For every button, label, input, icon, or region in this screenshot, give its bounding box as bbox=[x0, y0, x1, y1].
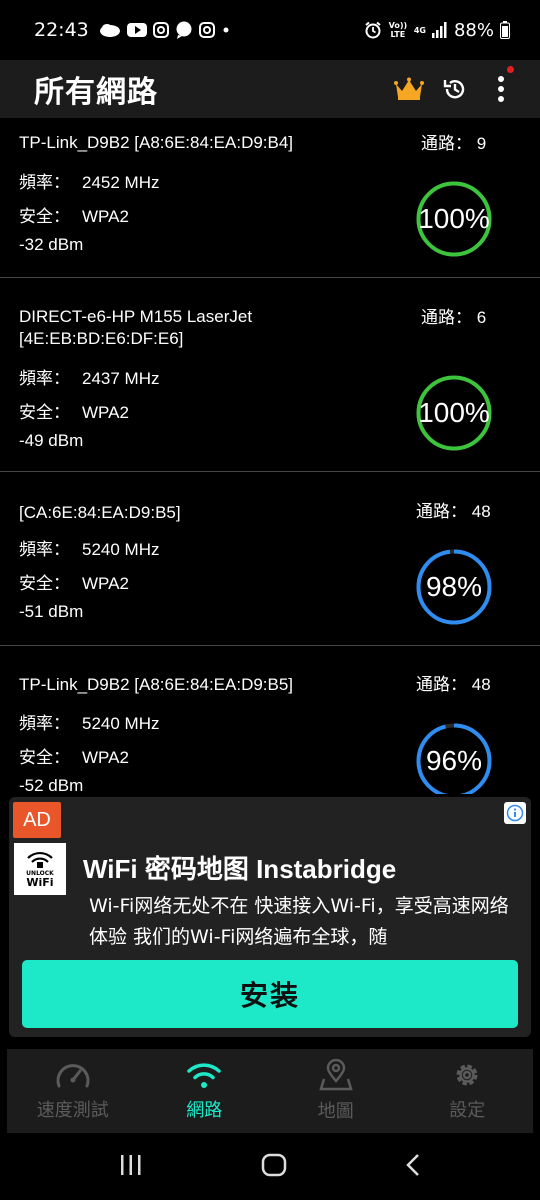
signal-quality-percent: 100% bbox=[418, 397, 490, 428]
signal-quality-gauge: 100% bbox=[415, 180, 493, 258]
network-channel: 通路： 6 bbox=[421, 308, 487, 327]
status-bar: 22:43 Vo)) LTE 4G 88% bbox=[0, 0, 540, 60]
ad-install-button[interactable]: 安装 bbox=[22, 960, 518, 1028]
more-notifications-dot-icon bbox=[223, 27, 229, 33]
nav-label: 設定 bbox=[449, 1100, 486, 1121]
network-frequency: 頻率： 2437 MHz bbox=[19, 369, 160, 388]
page-title: 所有網路 bbox=[34, 75, 158, 110]
signal-quality-percent: 98% bbox=[425, 571, 483, 602]
cloud-notification-icon bbox=[99, 24, 120, 37]
wifi-icon bbox=[187, 1063, 221, 1088]
ad-info-button[interactable] bbox=[504, 802, 526, 824]
network-item[interactable]: DIRECT-e6-HP M155 LaserJet [4E:EB:BD:E6:… bbox=[0, 278, 540, 472]
network-frequency: 頻率： 5240 MHz bbox=[19, 540, 160, 559]
signal-icon bbox=[431, 22, 447, 38]
speedometer-icon bbox=[56, 1064, 90, 1088]
map-pin-icon bbox=[319, 1059, 353, 1091]
network-security: 安全： WPA2 bbox=[19, 748, 129, 767]
nav-settings[interactable]: 設定 bbox=[402, 1049, 534, 1133]
more-vert-icon bbox=[498, 76, 504, 102]
crown-icon bbox=[394, 77, 424, 100]
info-icon bbox=[506, 804, 524, 822]
network-signal: -52 dBm bbox=[19, 776, 84, 794]
nav-speed-test[interactable]: 速度測試 bbox=[7, 1049, 139, 1133]
nav-label: 地圖 bbox=[317, 1101, 354, 1122]
gear-icon bbox=[456, 1064, 478, 1086]
network-list[interactable]: TP-Link_D9B2 [A8:6E:84:EA:D9:B4] 通路： 9 頻… bbox=[0, 118, 540, 794]
volte-indicator: Vo)) LTE bbox=[388, 21, 408, 39]
premium-button[interactable] bbox=[386, 66, 432, 112]
history-icon bbox=[443, 80, 465, 99]
ad-banner[interactable]: AD UNLOCK WiFi WiFi 密码地图 Instabridge Wi-… bbox=[9, 797, 531, 1037]
overflow-menu-button[interactable] bbox=[478, 66, 524, 112]
network-signal: -49 dBm bbox=[19, 431, 84, 450]
system-nav-bar bbox=[0, 1133, 540, 1200]
network-item[interactable]: TP-Link_D9B2 [A8:6E:84:EA:D9:B4] 通路： 9 頻… bbox=[0, 118, 540, 278]
network-security: 安全： WPA2 bbox=[19, 403, 129, 422]
home-button[interactable] bbox=[261, 1153, 287, 1181]
alarm-icon bbox=[365, 21, 381, 39]
instagram-icon bbox=[198, 22, 215, 38]
nav-label: 速度測試 bbox=[36, 1100, 109, 1121]
nav-networks[interactable]: 網路 bbox=[139, 1049, 271, 1133]
ad-badge: AD bbox=[13, 802, 61, 838]
status-time: 22:43 bbox=[34, 19, 89, 41]
battery-percent: 88% bbox=[453, 19, 494, 41]
network-frequency: 頻率： 2452 MHz bbox=[19, 173, 160, 192]
network-ssid: DIRECT-e6-HP M155 LaserJet [4E:EB:BD:E6:… bbox=[19, 307, 253, 348]
wifi-lock-icon bbox=[27, 851, 53, 868]
system-status: Vo)) LTE 4G 88% bbox=[364, 20, 510, 41]
network-channel: 通路： 48 bbox=[416, 502, 491, 521]
network-type: 4G bbox=[413, 25, 426, 35]
signal-quality-gauge: 98% bbox=[415, 548, 493, 626]
nav-label: 網路 bbox=[186, 1100, 223, 1121]
signal-quality-percent: 100% bbox=[418, 203, 490, 234]
network-channel: 通路： 48 bbox=[416, 675, 491, 694]
notification-icons bbox=[99, 21, 231, 39]
recent-apps-icon bbox=[121, 1154, 141, 1175]
network-item[interactable]: TP-Link_D9B2 [A8:6E:84:EA:D9:B5] 通路： 48 … bbox=[0, 646, 540, 794]
network-signal: -32 dBm bbox=[19, 235, 84, 254]
network-security: 安全： WPA2 bbox=[19, 574, 129, 593]
back-button[interactable] bbox=[405, 1153, 421, 1181]
ad-headline[interactable]: WiFi 密码地图 Instabridge bbox=[83, 849, 396, 886]
network-ssid: [CA:6E:84:EA:D9:B5] bbox=[19, 503, 181, 522]
ad-app-logo[interactable]: UNLOCK WiFi bbox=[14, 843, 66, 895]
signal-quality-gauge: 100% bbox=[415, 374, 493, 452]
network-security: 安全： WPA2 bbox=[19, 207, 129, 226]
ad-body: Wi-Fi网络无处不在 快速接入Wi-Fi，享受高速网络体验 我们的Wi-Fi网… bbox=[89, 895, 509, 948]
instagram-icon bbox=[152, 22, 169, 38]
network-item[interactable]: [CA:6E:84:EA:D9:B5] 通路： 48 頻率： 5240 MHz 安… bbox=[0, 472, 540, 646]
youtube-icon bbox=[126, 23, 147, 37]
app-bar: 所有網路 bbox=[0, 60, 540, 118]
home-icon bbox=[261, 1153, 287, 1176]
notification-dot bbox=[507, 66, 514, 73]
battery-icon bbox=[500, 21, 510, 39]
signal-quality-gauge: 96% bbox=[415, 722, 493, 794]
network-ssid: TP-Link_D9B2 [A8:6E:84:EA:D9:B5] bbox=[19, 675, 294, 694]
network-channel: 通路： 9 bbox=[421, 134, 487, 153]
chat-icon bbox=[176, 21, 192, 39]
app-bar-actions bbox=[386, 66, 524, 112]
network-ssid: TP-Link_D9B2 [A8:6E:84:EA:D9:B4] bbox=[19, 133, 294, 152]
bottom-nav: 速度測試 網路 地圖 設定 bbox=[7, 1049, 533, 1133]
back-icon bbox=[406, 1153, 419, 1176]
nav-map[interactable]: 地圖 bbox=[270, 1049, 402, 1133]
signal-quality-percent: 96% bbox=[425, 745, 483, 776]
network-signal: -51 dBm bbox=[19, 602, 84, 621]
recent-apps-button[interactable] bbox=[119, 1154, 143, 1180]
ad-logo-text-bottom: WiFi bbox=[26, 875, 54, 889]
network-frequency: 頻率： 5240 MHz bbox=[19, 714, 160, 733]
history-button[interactable] bbox=[432, 66, 478, 112]
